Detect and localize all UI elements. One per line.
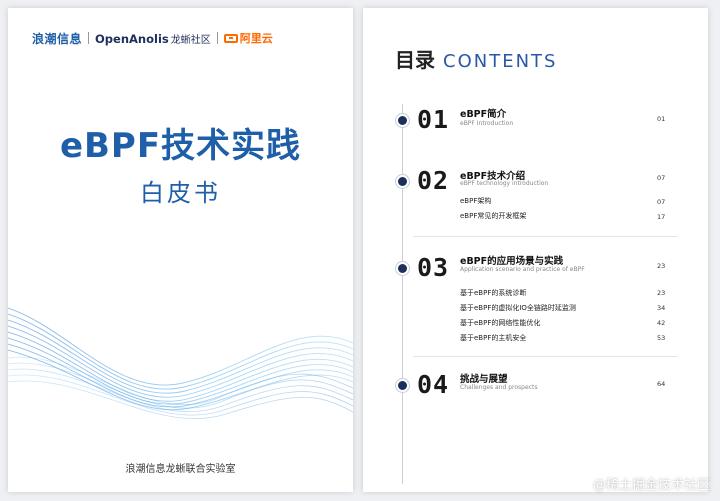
toc-item[interactable]: eBPF架构 (460, 196, 491, 206)
timeline-dot (398, 381, 407, 390)
watermark: @稀土掘金技术社区 (592, 478, 710, 493)
toc-item-page: 17 (657, 213, 666, 221)
section-title[interactable]: eBPF简介 (460, 106, 506, 120)
timeline-line (402, 104, 403, 484)
toc-heading-cn: 目录 (395, 48, 435, 72)
section-number: 01 (417, 105, 450, 134)
logo-divider (216, 32, 218, 44)
toc-item[interactable]: 基于eBPF的主机安全 (460, 333, 526, 343)
timeline-dot (398, 116, 407, 125)
aliyun-logo-text: 阿里云 (239, 32, 273, 45)
toc-item-page: 34 (657, 304, 666, 312)
openanolis-logo-text: OpenAnolis (95, 31, 169, 46)
logo-divider (88, 32, 90, 44)
toc-heading-en: CONTENTS (443, 51, 558, 72)
section-title-en: eBPF technology introduction (460, 180, 549, 187)
toc-page: 目录 CONTENTS 01 eBPF简介 eBPF Introduction 0… (363, 8, 708, 492)
openanolis-logo: OpenAnolis 龙蜥社区 (95, 31, 211, 46)
section-number: 02 (417, 166, 450, 195)
section-title-en: eBPF Introduction (460, 120, 514, 127)
section-number: 04 (417, 370, 450, 399)
section-title-en: Challenges and prospects (460, 384, 538, 391)
toc-heading: 目录 CONTENTS (395, 44, 557, 73)
section-page: 64 (657, 380, 666, 388)
toc-item[interactable]: 基于eBPF的系统诊断 (460, 288, 526, 298)
toc-item[interactable]: 基于eBPF的虚拟化IO全链路时延监测 (460, 303, 576, 313)
section-title-en: Application scenario and practice of eBP… (460, 266, 585, 273)
timeline-dot (398, 264, 407, 273)
section-page: 07 (657, 174, 666, 182)
logo-bar: 浪潮信息 OpenAnolis 龙蜥社区 阿里云 (32, 30, 273, 46)
toc-item-page: 07 (657, 198, 666, 206)
section-page: 01 (657, 115, 666, 123)
section-page: 23 (657, 262, 666, 270)
aliyun-logo: 阿里云 (223, 30, 273, 46)
section-title[interactable]: eBPF的应用场景与实践 (460, 253, 563, 267)
toc-item-page: 23 (657, 289, 666, 297)
toc-item[interactable]: eBPF常见的开发框架 (460, 211, 526, 221)
toc-item[interactable]: 基于eBPF的网络性能优化 (460, 318, 540, 328)
toc-item-page: 42 (657, 319, 666, 327)
timeline-dot (398, 177, 407, 186)
toc-item-page: 53 (657, 334, 666, 342)
openanolis-logo-cn: 龙蜥社区 (170, 34, 211, 46)
section-number: 03 (417, 253, 450, 282)
wave-decoration (8, 307, 353, 419)
cover-page: 浪潮信息 OpenAnolis 龙蜥社区 阿里云 eBPF技术实践 白皮书 浪潮… (8, 8, 353, 492)
aliyun-mark-icon (223, 33, 238, 43)
cover-title: eBPF技术实践 (59, 126, 302, 166)
section-divider (413, 236, 678, 237)
cover-footer: 浪潮信息龙蜥联合实验室 (125, 464, 236, 475)
inspur-logo: 浪潮信息 (32, 31, 83, 46)
section-title[interactable]: 挑战与展望 (460, 371, 508, 385)
cover-subtitle: 白皮书 (140, 179, 221, 207)
section-divider (413, 356, 678, 357)
